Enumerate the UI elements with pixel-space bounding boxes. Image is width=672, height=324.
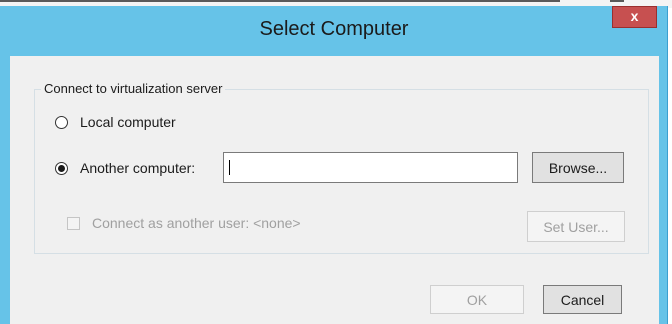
dialog-body: Connect to virtualization server Local c… bbox=[10, 56, 659, 324]
another-computer-radio[interactable] bbox=[55, 161, 68, 175]
local-computer-radio[interactable] bbox=[55, 115, 68, 129]
background-window-edge bbox=[0, 0, 560, 2]
groupbox-label: Connect to virtualization server bbox=[41, 81, 226, 96]
dialog-title: Select Computer bbox=[259, 18, 409, 40]
close-button[interactable]: x bbox=[612, 6, 657, 28]
connect-as-user-checkbox[interactable] bbox=[67, 216, 80, 230]
connect-as-user-option[interactable]: Connect as another user: <none> bbox=[67, 215, 301, 231]
computer-name-input[interactable] bbox=[223, 152, 518, 183]
close-icon: x bbox=[630, 8, 639, 24]
local-computer-label: Local computer bbox=[80, 114, 176, 130]
set-user-button[interactable]: Set User... bbox=[527, 211, 625, 242]
select-computer-dialog: Select Computer x Connect to virtualizat… bbox=[0, 6, 668, 324]
text-caret bbox=[229, 160, 230, 175]
title-bar[interactable]: Select Computer x bbox=[0, 6, 668, 56]
ok-button[interactable]: OK bbox=[430, 285, 524, 314]
connect-as-user-label: Connect as another user: <none> bbox=[92, 215, 301, 231]
background-window-edge bbox=[610, 0, 624, 2]
cancel-button[interactable]: Cancel bbox=[543, 285, 622, 314]
browse-button[interactable]: Browse... bbox=[532, 152, 624, 183]
local-computer-option[interactable]: Local computer bbox=[55, 114, 176, 130]
another-computer-option[interactable]: Another computer: bbox=[55, 160, 195, 176]
another-computer-label: Another computer: bbox=[80, 160, 196, 176]
